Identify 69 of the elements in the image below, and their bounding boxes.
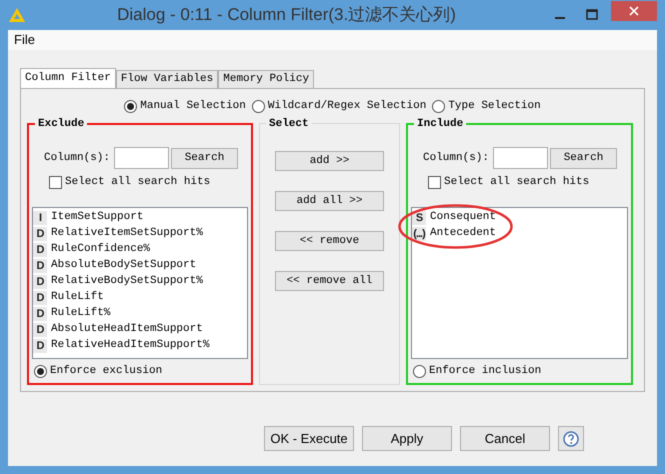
type-icon: D [33, 290, 47, 304]
radio-button[interactable] [252, 100, 265, 112]
radio-button[interactable] [432, 100, 446, 112]
search-label: Column(s): [44, 150, 110, 166]
column-list-item[interactable]: (...) Antecedent [412, 226, 627, 242]
dialog-button[interactable]: Apply [362, 426, 452, 451]
transfer-button[interactable]: << remove all [275, 271, 384, 291]
checkbox-label: Select all search hits [444, 175, 590, 190]
column-list-item[interactable]: D RuleLift [33, 290, 247, 306]
transfer-button[interactable]: << remove [275, 231, 384, 251]
type-icon: (...) [412, 226, 426, 240]
checkbox-label: Select all search hits [65, 175, 210, 190]
checkbox[interactable] [428, 176, 441, 189]
close-button[interactable] [611, 1, 657, 21]
search-field[interactable] [114, 147, 170, 169]
type-icon: D [33, 322, 47, 336]
radio-label: Enforce inclusion [429, 364, 542, 379]
column-name: RelativeItemSetSupport% [51, 226, 203, 242]
radio-label: Manual Selection [140, 98, 246, 114]
search-button[interactable]: Search [550, 148, 618, 168]
type-icon: D [33, 242, 47, 256]
type-icon: D [33, 306, 47, 320]
search-field[interactable] [493, 147, 548, 169]
close-icon [629, 6, 639, 16]
window-title: Dialog - 0:11 - Column Filter(3.过滤不关心列) [116, 4, 457, 26]
help-icon [563, 430, 579, 446]
column-name: Consequent [430, 210, 496, 226]
dialog-button[interactable]: Cancel [460, 426, 550, 451]
help-button[interactable] [558, 426, 584, 451]
radio-button[interactable] [124, 100, 138, 112]
app-logo-icon [8, 7, 26, 23]
column-name: ItemSetSupport [51, 210, 144, 226]
radio-label: Type Selection [448, 98, 541, 114]
column-name: AbsoluteBodySetSupport [51, 258, 196, 274]
column-list-item[interactable]: D RuleConfidence% [33, 242, 247, 258]
transfer-button[interactable]: add all >> [275, 191, 384, 211]
column-list-item[interactable]: D RelativeBodySetSupport% [33, 274, 247, 290]
type-icon: I [33, 210, 47, 224]
column-list-item[interactable]: I ItemSetSupport [33, 210, 247, 226]
radio-button[interactable] [413, 364, 426, 378]
column-name: RelativeBodySetSupport% [51, 274, 203, 290]
transfer-button[interactable]: add >> [275, 151, 384, 171]
column-list-item[interactable]: D RuleLift% [33, 306, 247, 322]
column-name: RuleConfidence% [51, 242, 150, 258]
menu-item[interactable]: File [14, 30, 35, 50]
tab[interactable]: Column Filter [20, 68, 116, 88]
tab[interactable]: Flow Variables [116, 70, 218, 88]
column-name: AbsoluteHeadItemSupport [51, 322, 203, 338]
radio-label: Enforce exclusion [50, 364, 162, 379]
column-name: RuleLift% [51, 306, 110, 322]
search-label: Column(s): [423, 150, 490, 166]
column-name: RelativeHeadItemSupport% [51, 338, 210, 354]
column-list-item[interactable]: D RelativeItemSetSupport% [33, 226, 247, 242]
column-name: Antecedent [430, 226, 496, 242]
checkbox[interactable] [49, 176, 62, 189]
type-icon: D [33, 338, 47, 352]
column-list-item[interactable]: D AbsoluteBodySetSupport [33, 258, 247, 274]
dialog-button[interactable]: OK - Execute [264, 426, 354, 451]
type-icon: D [33, 274, 47, 288]
column-name: RuleLift [51, 290, 104, 306]
radio-button[interactable] [34, 364, 47, 378]
type-icon: D [33, 226, 47, 240]
column-list-item[interactable]: D AbsoluteHeadItemSupport [33, 322, 247, 338]
tab[interactable]: Memory Policy [218, 70, 314, 88]
column-list-item[interactable]: D RelativeHeadItemSupport% [33, 338, 247, 354]
radio-label: Wildcard/Regex Selection [268, 98, 426, 114]
column-list-item[interactable]: S Consequent [412, 210, 627, 226]
search-button[interactable]: Search [171, 148, 238, 168]
type-icon: D [33, 258, 47, 272]
